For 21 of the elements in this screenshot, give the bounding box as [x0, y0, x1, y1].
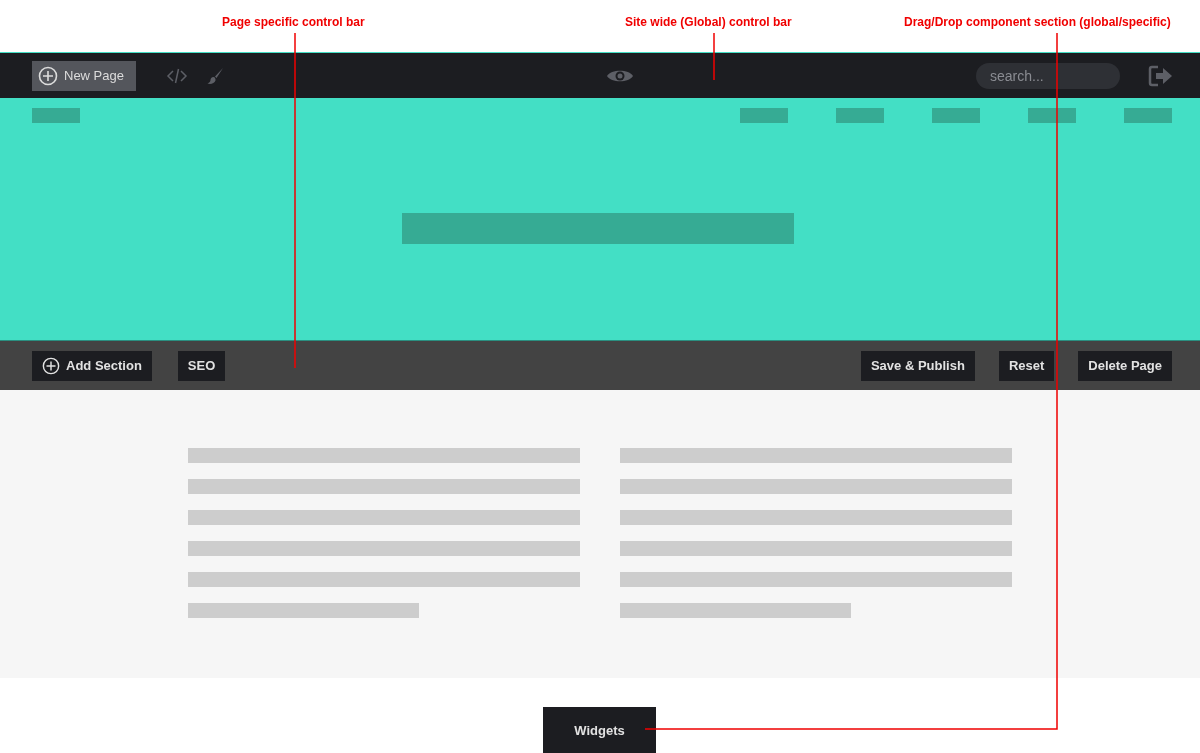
- logout-icon[interactable]: [1148, 64, 1174, 87]
- annotation-label: Drag/Drop component section (global/specific): [904, 15, 1171, 29]
- search-field[interactable]: search...: [976, 62, 1120, 89]
- logo-placeholder: [32, 108, 80, 123]
- nav-placeholder: [932, 108, 980, 123]
- new-page-button[interactable]: New Page: [32, 60, 136, 91]
- nav-placeholder: [740, 108, 788, 123]
- page-action-button[interactable]: Delete Page: [1078, 350, 1172, 381]
- page-action-button[interactable]: Reset: [998, 350, 1055, 381]
- page-action-button[interactable]: Save & Publish: [860, 350, 975, 381]
- annotation-label: Page specific control bar: [222, 15, 365, 29]
- nav-placeholder: [836, 108, 884, 123]
- annotation-label: Site wide (Global) control bar: [625, 15, 792, 29]
- code-icon[interactable]: [166, 67, 188, 84]
- page-button[interactable]: SEO: [177, 350, 226, 381]
- add-icon: [38, 65, 58, 86]
- widgets-button[interactable]: Widgets: [543, 707, 656, 753]
- nav-placeholder: [1028, 108, 1076, 123]
- add-section-button[interactable]: Add Section: [32, 350, 152, 381]
- add-icon: [42, 356, 60, 375]
- nav-placeholder: [1124, 108, 1172, 123]
